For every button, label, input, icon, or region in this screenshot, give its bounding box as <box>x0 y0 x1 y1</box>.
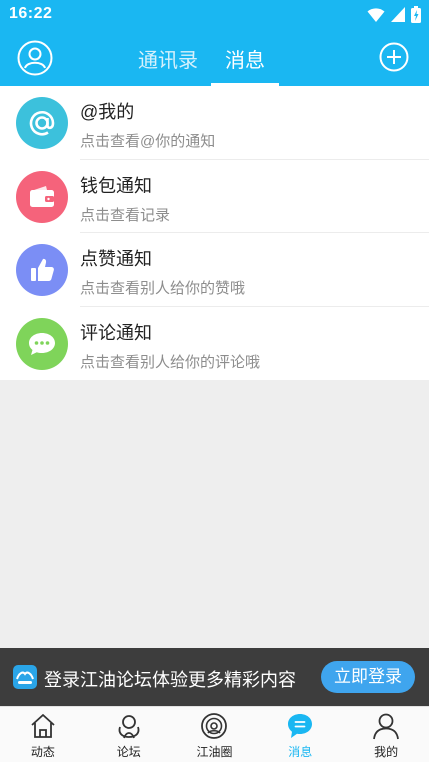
thumbs-up-icon <box>31 258 54 281</box>
avatar-button[interactable] <box>17 40 53 76</box>
notification-subtitle: 点击查看别人给你的赞哦 <box>80 280 246 297</box>
profile-icon <box>373 713 399 740</box>
add-button[interactable] <box>379 42 409 72</box>
notification-title: 点赞通知 <box>80 249 152 269</box>
notification-item-likes[interactable]: 点赞通知 点击查看别人给你的赞哦 <box>0 233 429 307</box>
nav-item-forum[interactable]: 论坛 <box>86 707 172 762</box>
login-banner-text: 登录江油论坛体验更多精彩内容 <box>44 670 296 690</box>
notification-item-mentions[interactable]: @我的 点击查看@你的通知 <box>0 86 429 160</box>
battery-icon <box>411 6 421 23</box>
notification-subtitle: 点击查看别人给你的评论哦 <box>80 353 261 371</box>
tab-contacts[interactable]: 通讯录 <box>136 44 200 86</box>
avatar-icon <box>17 40 53 76</box>
forum-icon <box>118 715 140 739</box>
comments-icon-badge <box>16 317 68 370</box>
notification-subtitle: 点击查看@你的通知 <box>80 133 216 150</box>
nav-item-feed[interactable]: 动态 <box>0 707 86 762</box>
circle-icon <box>201 713 228 739</box>
notification-title: 评论通知 <box>80 322 152 343</box>
nav-item-circle[interactable]: 江油圈 <box>172 707 258 762</box>
tab-contacts-label: 通讯录 <box>138 50 198 72</box>
app-logo-icon <box>13 665 37 689</box>
login-button[interactable]: 立即登录 <box>321 661 415 693</box>
status-icons <box>367 6 421 23</box>
notification-list: @我的 点击查看@你的通知 钱包通知 点击查看记录 点赞通知 点击查看别人给你的… <box>0 86 429 380</box>
bottom-nav: 动态 论坛 江油圈 消息 我的 <box>0 706 429 762</box>
nav-item-messages[interactable]: 消息 <box>257 707 343 762</box>
nav-label: 论坛 <box>116 745 141 759</box>
at-icon <box>29 110 55 136</box>
login-banner: 登录江油论坛体验更多精彩内容 立即登录 <box>0 648 429 706</box>
comment-icon <box>29 332 55 355</box>
notification-item-wallet[interactable]: 钱包通知 点击查看记录 <box>0 160 429 233</box>
plus-icon <box>379 42 409 72</box>
status-time: 16:22 <box>9 5 53 22</box>
likes-icon-badge <box>16 244 68 296</box>
signal-icon <box>391 7 405 22</box>
notification-item-comments[interactable]: 评论通知 点击查看别人给你的评论哦 <box>0 307 429 381</box>
nav-label: 江油圈 <box>196 745 233 759</box>
home-icon <box>31 714 55 738</box>
notification-title: @我的 <box>80 102 135 122</box>
wallet-icon-badge <box>16 170 68 223</box>
tab-messages[interactable]: 消息 <box>211 44 279 86</box>
tab-messages-label: 消息 <box>225 50 265 72</box>
mentions-icon-badge <box>16 97 68 149</box>
app-header: 通讯录 消息 <box>0 30 429 86</box>
nav-label: 动态 <box>30 745 55 759</box>
message-icon <box>288 714 313 738</box>
wifi-icon <box>367 7 385 22</box>
status-bar: 16:22 <box>0 0 429 30</box>
nav-item-profile[interactable]: 我的 <box>343 707 429 762</box>
notification-subtitle: 点击查看记录 <box>80 206 171 224</box>
notification-title: 钱包通知 <box>80 175 152 196</box>
nav-label: 我的 <box>374 745 399 759</box>
wallet-icon <box>30 185 54 207</box>
nav-label: 消息 <box>288 745 313 759</box>
